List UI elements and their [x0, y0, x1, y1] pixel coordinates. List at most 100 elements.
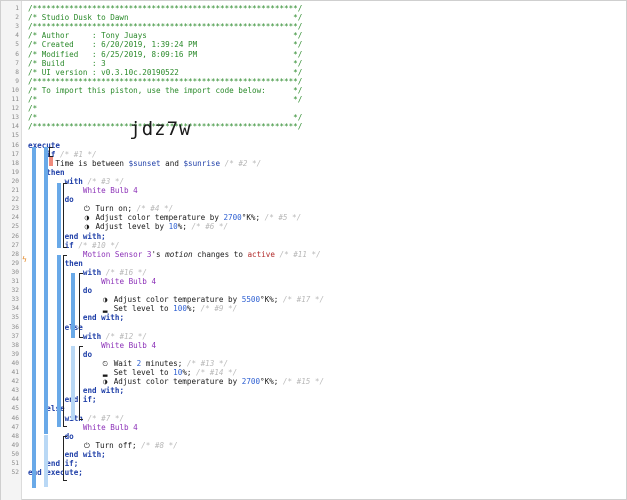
line-number: 40 — [11, 359, 19, 367]
code-line: /* Build : 3 */ — [28, 58, 303, 68]
line-number: 19 — [11, 168, 19, 176]
trigger-lightning-icon: ϟ — [22, 255, 27, 264]
code-line: ◑ Adjust level by 10%; /* #6 */ — [84, 222, 229, 232]
code-line: then — [64, 258, 83, 268]
line-number: 38 — [11, 341, 19, 349]
line-number: 11 — [11, 96, 19, 103]
with-bar-1 — [57, 183, 61, 248]
line-number: 8 — [15, 68, 19, 76]
line-number: 43 — [11, 387, 19, 395]
line-number: 42 — [11, 378, 19, 386]
with-bracket-4 — [63, 436, 67, 481]
line-number: 13 — [11, 114, 19, 122]
if-bracket-nested — [63, 255, 67, 427]
code-line: Time is between $sunset and $sunrise /* … — [28, 158, 262, 168]
if-nested-bar — [57, 255, 61, 427]
code-line: end with; — [82, 386, 125, 396]
line-number: 28 — [11, 250, 19, 258]
line-number: 41 — [11, 369, 19, 376]
line-number: 37 — [11, 332, 19, 340]
line-number: 45 — [11, 405, 19, 413]
code-line: else — [28, 323, 620, 332]
code-line: with /* #3 */ — [64, 176, 125, 186]
line-number: 5 — [15, 41, 19, 49]
with-bar-3 — [71, 346, 75, 420]
line-number: 48 — [11, 432, 19, 440]
code-line: Motion Sensor 3's motion changes to acti… — [82, 249, 321, 259]
line-number: 7 — [15, 59, 19, 67]
line-number: 17 — [11, 150, 19, 158]
code-line: ▂ Set level to 100%; /* #9 */ — [102, 304, 238, 314]
code-line: end if; — [64, 395, 97, 405]
code-line: with /* #7 */ — [65, 413, 125, 423]
code-line: /* Modified : 6/25/2019, 8:09:16 PM */ — [28, 49, 303, 59]
code-line: with /* #12 */ — [82, 331, 147, 341]
import-code: jdz7w — [129, 118, 192, 140]
line-number: 2 — [15, 14, 19, 22]
line-number: 3 — [15, 23, 19, 31]
code-line: /* To import this piston, use the import… — [28, 85, 303, 95]
code-line: with /* #16 */ — [82, 267, 147, 277]
line-number: 44 — [11, 396, 19, 404]
line-number: 4 — [15, 32, 19, 40]
code-line: White Bulb 4 — [101, 277, 157, 286]
code-line: White Bulb 4 — [82, 186, 138, 195]
piston-code-view: 1 2 3 4 5 6 7 8 9 10 11 12 13 14 15 16 17 18 19 20 21 22 23 24 2… — [0, 0, 627, 500]
line-number: 39 — [11, 350, 19, 358]
code-line: do — [82, 286, 93, 296]
code-line: White Bulb 4 — [82, 422, 138, 432]
code-line: /* Created : 6/20/2019, 1:39:24 PM */ — [28, 40, 303, 50]
code-line: end if; — [46, 459, 79, 468]
code-line: end with; — [64, 231, 106, 241]
code-line: ⏲ Wait 2 minutes; /* #13 */ — [102, 358, 229, 368]
line-number: 50 — [11, 450, 19, 458]
code-line: ▂ Set level to 10%; /* #14 */ — [102, 368, 238, 377]
code-line: do — [64, 431, 74, 441]
condition-marker — [49, 157, 53, 166]
code-line: ⏻ Turn on; /* #4 */ — [83, 204, 174, 214]
code-line: ⏻ Turn off; /* #8 */ — [83, 440, 178, 450]
line-number-gutter: 1 2 3 4 5 6 7 8 9 10 11 12 13 14 15 16 17 18 19 20 21 22 23 24 2… — [1, 1, 22, 500]
line-number: 20 — [11, 177, 19, 185]
line-number: 36 — [11, 323, 19, 331]
code-line: end with; — [64, 449, 106, 459]
code-line: end execute; — [28, 468, 83, 478]
line-number: 25 — [11, 223, 19, 231]
code-line: /* UI version : v0.3.10c.20190522 */ — [28, 67, 303, 77]
code-line: if /* #10 */ — [64, 240, 120, 250]
line-number: 52 — [11, 469, 19, 477]
line-number: 32 — [11, 287, 19, 295]
line-number: 33 — [11, 296, 19, 304]
line-number: 49 — [11, 441, 19, 449]
with-bracket-1 — [63, 183, 67, 248]
with-bar-2 — [71, 273, 75, 338]
line-number: 26 — [11, 232, 19, 240]
line-number: 12 — [11, 105, 19, 113]
code-line: /***************************************… — [28, 76, 303, 86]
line-number: 47 — [11, 423, 19, 431]
line-number: 30 — [11, 268, 19, 276]
line-number: 1 — [15, 5, 19, 12]
code-line: /***************************************… — [28, 22, 303, 32]
code-line: ◑ Adjust color temperature by 2700°K%; /… — [102, 377, 325, 387]
code-line: do — [82, 349, 93, 359]
line-number: 46 — [11, 414, 19, 422]
line-number: 6 — [15, 50, 19, 58]
with-bracket-2 — [79, 273, 83, 338]
line-number: 34 — [11, 305, 19, 313]
line-number: 15 — [11, 132, 19, 140]
code-line: then — [46, 167, 65, 177]
code-line: end with; — [82, 313, 125, 323]
with-bracket-3 — [79, 346, 83, 420]
line-number: 14 — [11, 123, 19, 131]
code-line: /***************************************… — [28, 4, 303, 13]
line-number: 23 — [11, 205, 19, 213]
line-number: 10 — [11, 86, 19, 94]
line-number: 16 — [11, 141, 19, 149]
else-bar — [44, 435, 48, 487]
if-then-bar — [44, 147, 48, 434]
line-number: 51 — [11, 460, 19, 467]
code-line: ◑ Adjust color temperature by 5500°K%; /… — [102, 295, 325, 305]
line-number: 31 — [11, 278, 19, 285]
code-line: do — [64, 195, 74, 205]
